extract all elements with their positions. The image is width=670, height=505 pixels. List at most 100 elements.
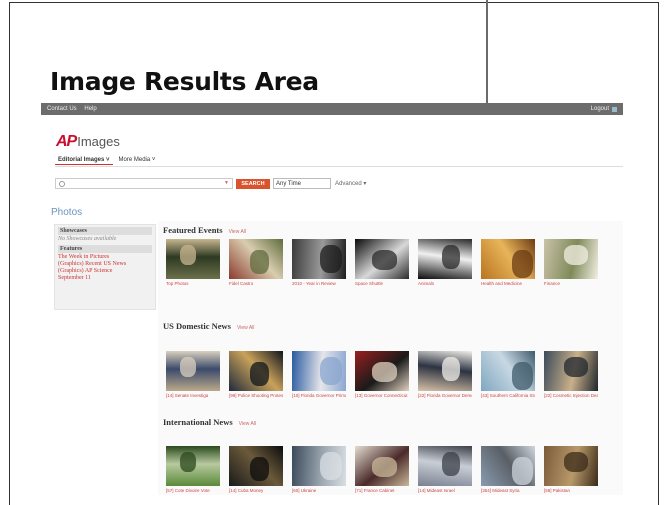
image-thumbnail[interactable]: Health and Medicine — [481, 239, 535, 286]
image-thumbnail[interactable]: Space Shuttle — [355, 239, 409, 286]
image-caption[interactable]: [14] Mideast Israel — [418, 488, 472, 493]
category-us-domestic-news: US Domestic News View All — [163, 321, 254, 331]
search-icon — [59, 180, 65, 187]
logo-ap: AP — [56, 133, 77, 150]
image-thumbnail[interactable]: [99] Police Shooting Protest — [229, 351, 283, 398]
image-caption[interactable]: [43] Southern California Storm Surf — [481, 393, 535, 398]
image-thumbnail[interactable]: [22] Florida Governor Democrats — [418, 351, 472, 398]
image-thumbnail[interactable]: [10] Florida Governor Primary — [292, 351, 346, 398]
category-title: Featured Events — [163, 225, 223, 235]
photo-image[interactable] — [418, 351, 472, 391]
image-thumbnail[interactable]: [57] Cote Divoire Vote — [166, 446, 220, 493]
tab-editorial-images[interactable]: Editorial Images ˅ — [55, 156, 113, 165]
photo-image[interactable] — [418, 446, 472, 486]
image-caption[interactable]: Health and Medicine — [481, 281, 535, 286]
view-all-link[interactable]: View All — [229, 229, 246, 235]
image-thumbnail[interactable]: [354] Mideast Syria — [481, 446, 535, 493]
help-link[interactable]: Help — [84, 106, 96, 112]
features-header: Features — [58, 245, 152, 253]
media-tabs: Editorial Images ˅ More Media ˅ — [55, 156, 161, 165]
image-thumbnail[interactable]: Top Photos — [166, 239, 220, 286]
logout-area[interactable]: Logout — [591, 106, 617, 112]
logout-link[interactable]: Logout — [591, 106, 609, 112]
image-thumbnail[interactable]: [59] Pakistan — [544, 446, 598, 493]
photo-image[interactable] — [544, 446, 598, 486]
image-thumbnail[interactable]: Finance — [544, 239, 598, 286]
image-thumbnail[interactable]: [14] Senate Investiga — [166, 351, 220, 398]
tabs-divider — [55, 166, 623, 167]
view-all-link[interactable]: View All — [237, 325, 254, 331]
image-caption[interactable]: [99] Police Shooting Protest — [229, 393, 283, 398]
tab-editorial-images-label: Editorial Images — [58, 157, 105, 163]
photo-image[interactable] — [166, 446, 220, 486]
photo-image[interactable] — [481, 351, 535, 391]
image-caption[interactable]: Top Photos — [166, 281, 220, 286]
image-thumbnail[interactable]: [71] France Cabinet — [355, 446, 409, 493]
image-caption[interactable]: [13] Governor Connecticut Debate — [355, 393, 409, 398]
search-button[interactable]: SEARCH — [236, 179, 270, 189]
image-thumbnail[interactable]: [60] Ukraine — [292, 446, 346, 493]
photo-image[interactable] — [355, 446, 409, 486]
showcases-note: No Showcases available — [58, 236, 117, 242]
sidebar-item-ap-science[interactable]: (Graphics) AP Science — [58, 268, 152, 274]
image-thumbnail[interactable]: Fidel Castro — [229, 239, 283, 286]
photo-image[interactable] — [355, 351, 409, 391]
photo-image[interactable] — [292, 351, 346, 391]
search-input[interactable]: ▼ — [55, 178, 233, 189]
image-caption[interactable]: [22] Cosmetic Injection Death — [544, 393, 598, 398]
image-caption[interactable]: [22] Florida Governor Democrats — [418, 393, 472, 398]
photo-image[interactable] — [166, 351, 220, 391]
thumb-row: [14] Senate Investiga [99] Police Shootin… — [166, 351, 598, 398]
image-caption[interactable]: [59] Pakistan — [544, 488, 598, 493]
photo-image[interactable] — [481, 239, 535, 279]
ap-images-logo[interactable]: AP Images — [56, 133, 120, 151]
category-international-news: International News View All — [163, 417, 256, 427]
image-thumbnail[interactable]: [14] Cuba Money — [229, 446, 283, 493]
sidebar-item-recent-us-news[interactable]: (Graphics) Recent US News — [58, 261, 152, 267]
photo-image[interactable] — [166, 239, 220, 279]
photo-image[interactable] — [229, 446, 283, 486]
contact-us-link[interactable]: Contact Us — [47, 106, 77, 112]
image-caption[interactable]: [71] France Cabinet — [355, 488, 409, 493]
tab-more-media-label: More Media — [118, 157, 151, 163]
image-caption[interactable]: [57] Cote Divoire Vote — [166, 488, 220, 493]
chevron-down-icon: ˅ — [151, 157, 156, 163]
image-caption[interactable]: Animals — [418, 281, 472, 286]
sidebar-item-week-in-pictures[interactable]: The Week in Pictures — [58, 254, 152, 260]
photo-image[interactable] — [418, 239, 472, 279]
photo-image[interactable] — [292, 239, 346, 279]
logout-icon[interactable] — [612, 106, 617, 112]
photo-image[interactable] — [229, 351, 283, 391]
photo-image[interactable] — [544, 239, 598, 279]
image-caption[interactable]: Space Shuttle — [355, 281, 409, 286]
image-thumbnail[interactable]: [13] Governor Connecticut Debate — [355, 351, 409, 398]
advanced-search-link[interactable]: Advanced ▾ — [335, 180, 366, 187]
time-filter-select[interactable]: Any Time — [273, 178, 331, 189]
image-thumbnail[interactable]: [22] Cosmetic Injection Death — [544, 351, 598, 398]
image-caption[interactable]: [14] Senate Investiga — [166, 393, 220, 398]
image-caption[interactable]: 2010 - Year in Review — [292, 281, 346, 286]
photo-image[interactable] — [229, 239, 283, 279]
photo-image[interactable] — [481, 446, 535, 486]
image-caption[interactable]: [60] Ukraine — [292, 488, 346, 493]
image-thumbnail[interactable]: 2010 - Year in Review — [292, 239, 346, 286]
photo-image[interactable] — [355, 239, 409, 279]
ap-images-screenshot: Contact Us Help Logout AP Images Editori… — [41, 103, 623, 495]
image-caption[interactable]: [14] Cuba Money — [229, 488, 283, 493]
photo-image[interactable] — [544, 351, 598, 391]
view-all-link[interactable]: View All — [239, 421, 256, 427]
image-thumbnail[interactable]: Animals — [418, 239, 472, 286]
image-caption[interactable]: [10] Florida Governor Primary — [292, 393, 346, 398]
showcases-header: Showcases — [58, 227, 152, 235]
image-caption[interactable]: Finance — [544, 281, 598, 286]
chevron-down-icon: ˅ — [106, 157, 110, 163]
image-caption[interactable]: Fidel Castro — [229, 281, 283, 286]
image-caption[interactable]: [354] Mideast Syria — [481, 488, 535, 493]
sidebar-item-september-11[interactable]: September 11 — [58, 275, 152, 281]
image-thumbnail[interactable]: [14] Mideast Israel — [418, 446, 472, 493]
top-bar: Contact Us Help Logout — [41, 103, 623, 115]
tab-more-media[interactable]: More Media ˅ — [116, 156, 159, 165]
photo-image[interactable] — [292, 446, 346, 486]
image-thumbnail[interactable]: [43] Southern California Storm Surf — [481, 351, 535, 398]
chevron-down-icon[interactable]: ▼ — [224, 181, 229, 186]
